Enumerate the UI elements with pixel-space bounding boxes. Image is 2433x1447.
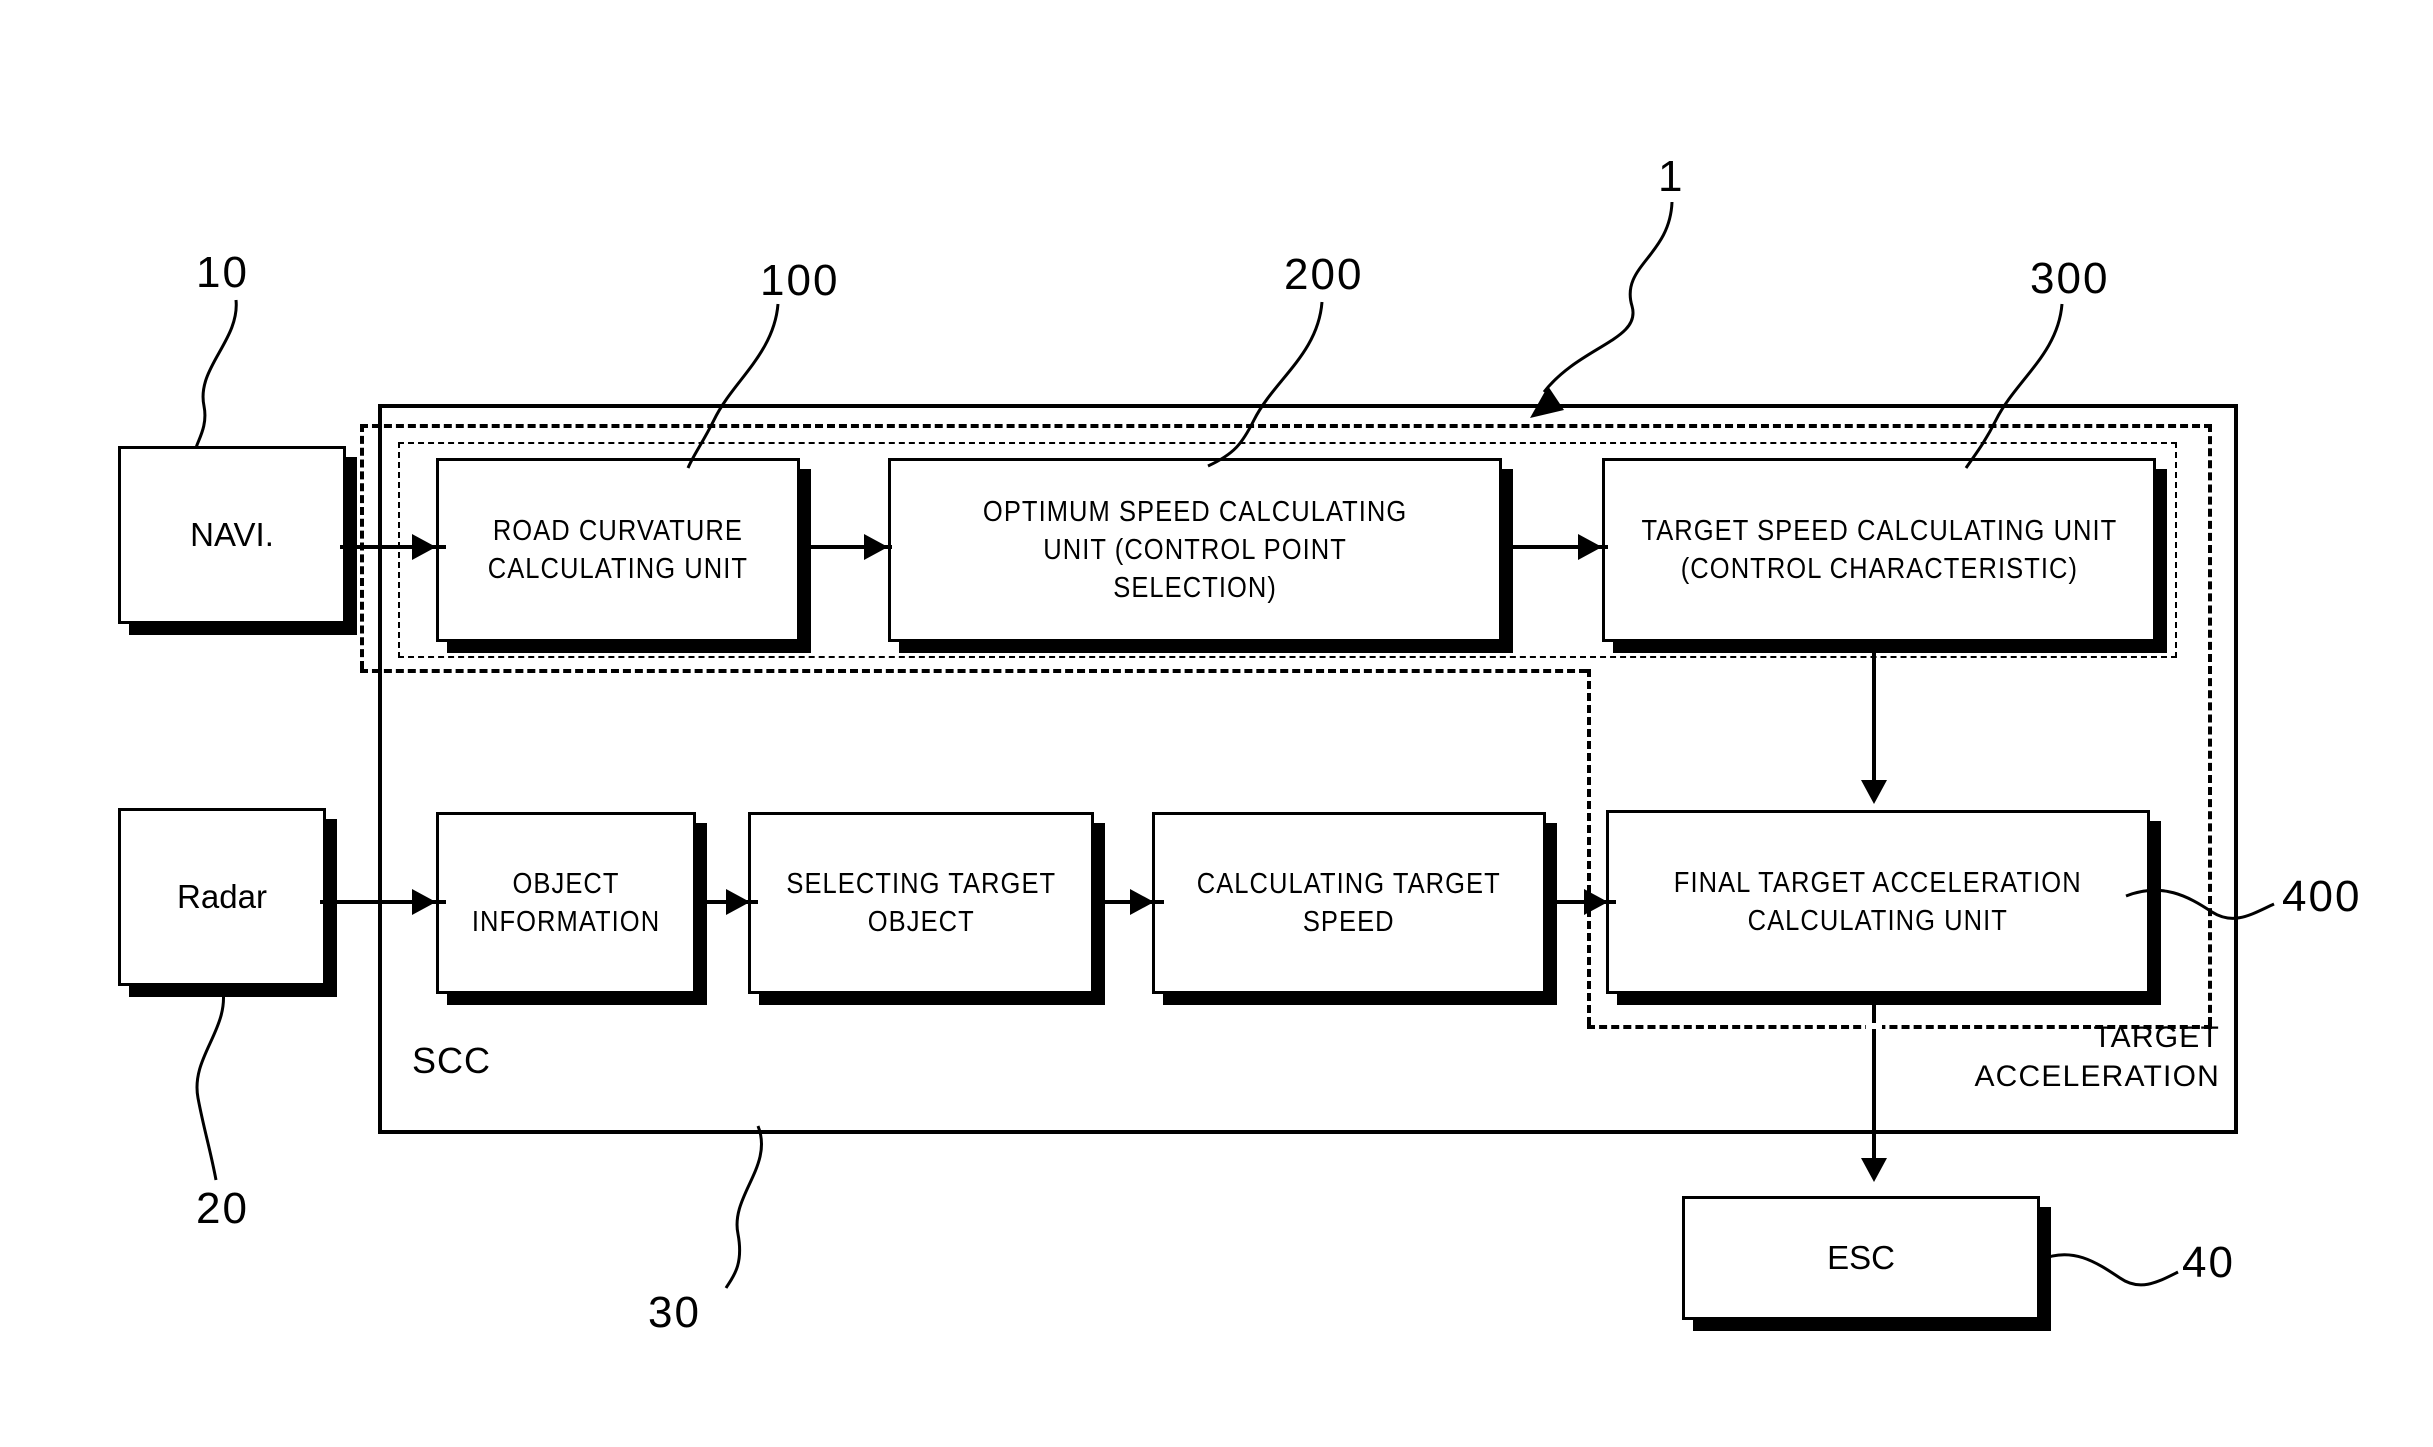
- object-information-block[interactable]: OBJECT INFORMATION: [436, 812, 696, 994]
- leader-line-navi: [194, 299, 238, 449]
- leader-line-system: [1530, 201, 1674, 418]
- ref-number-radar: 20: [196, 1184, 249, 1233]
- esc-label: ESC: [1827, 1239, 1895, 1277]
- line-join-mask: [1866, 1023, 1882, 1029]
- leader-line-optimum-speed: [1207, 301, 1324, 468]
- road-curvature-label: ROAD CURVATURE CALCULATING UNIT: [487, 514, 749, 585]
- leader-line-esc: [2039, 1253, 2179, 1287]
- arrowhead-selecting-target-to-calculating-speed: [1130, 889, 1154, 915]
- leader-line-road-curvature: [686, 303, 780, 469]
- radar-label: Radar: [177, 878, 267, 916]
- calculating-target-speed-block[interactable]: CALCULATING TARGET SPEED: [1152, 812, 1546, 994]
- target-acceleration-label: TARGET ACCELERATION: [1974, 1021, 2220, 1093]
- leader-line-scc: [724, 1125, 764, 1289]
- object-information-label: OBJECT INFORMATION: [471, 867, 661, 938]
- leader-line-group400: [2125, 888, 2275, 920]
- arrowhead-calculating-speed-to-final-acceleration: [1584, 889, 1608, 915]
- radar-block[interactable]: Radar: [118, 808, 326, 986]
- group400-notch-edge: [1587, 669, 1591, 1025]
- selecting-target-object-label: SELECTING TARGET OBJECT: [786, 867, 1056, 938]
- arrowhead-navi-to-road-curvature: [412, 534, 436, 560]
- ref-number-optimum-speed: 200: [1284, 250, 1364, 299]
- esc-block[interactable]: ESC: [1682, 1196, 2040, 1320]
- ref-number-target-speed: 300: [2030, 254, 2110, 303]
- scc-label: SCC: [412, 1040, 492, 1081]
- arrowhead-target-speed-to-final-acceleration: [1861, 780, 1887, 804]
- navi-block[interactable]: NAVI.: [118, 446, 346, 624]
- leader-line-radar: [195, 983, 225, 1181]
- connector-target-speed-to-final-acceleration: [1872, 646, 1876, 790]
- road-curvature-block[interactable]: ROAD CURVATURE CALCULATING UNIT: [436, 458, 800, 642]
- target-speed-label: TARGET SPEED CALCULATING UNIT (CONTROL C…: [1641, 514, 2117, 585]
- arrowhead-final-acceleration-to-esc: [1861, 1158, 1887, 1182]
- group400-mid-edge: [360, 669, 1587, 673]
- calculating-target-speed-label: CALCULATING TARGET SPEED: [1196, 867, 1502, 938]
- optimum-speed-block[interactable]: OPTIMUM SPEED CALCULATING UNIT (CONTROL …: [888, 458, 1502, 642]
- leader-line-target-speed: [1964, 303, 2064, 469]
- ref-number-system: 1: [1658, 152, 1685, 201]
- selecting-target-object-block[interactable]: SELECTING TARGET OBJECT: [748, 812, 1094, 994]
- target-speed-block[interactable]: TARGET SPEED CALCULATING UNIT (CONTROL C…: [1602, 458, 2156, 642]
- navi-label: NAVI.: [190, 516, 274, 554]
- ref-number-road-curvature: 100: [760, 256, 840, 305]
- optimum-speed-label: OPTIMUM SPEED CALCULATING UNIT (CONTROL …: [982, 495, 1408, 605]
- arrowhead-road-curvature-to-optimum-speed: [864, 534, 888, 560]
- arrowhead-optimum-speed-to-target-speed: [1578, 534, 1602, 560]
- final-target-acceleration-label: FINAL TARGET ACCELERATION CALCULATING UN…: [1674, 866, 2082, 937]
- patent-figure-canvas: NAVI. Radar ROAD CURVATURE CALCULATING U…: [0, 0, 2433, 1447]
- arrowhead-object-information-to-selecting-target: [726, 889, 750, 915]
- ref-number-navi: 10: [196, 248, 249, 297]
- final-target-acceleration-block[interactable]: FINAL TARGET ACCELERATION CALCULATING UN…: [1606, 810, 2150, 994]
- arrowhead-radar-to-object-information: [412, 889, 436, 915]
- ref-number-scc: 30: [648, 1288, 701, 1337]
